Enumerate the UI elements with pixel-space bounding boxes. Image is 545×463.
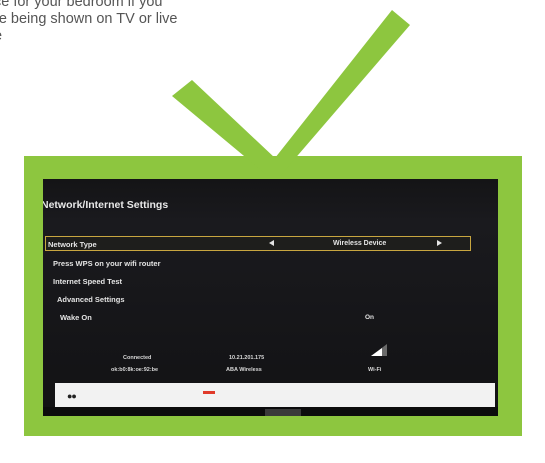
network-type-value: Wireless Device	[333, 240, 387, 247]
caption-line: ce for your bedroom if you	[0, 0, 163, 10]
menu-item-speed-test[interactable]: Internet Speed Test	[53, 277, 122, 286]
menu-item-network-type-highlight[interactable]	[45, 236, 471, 251]
ip-address: 10.21.201.175	[229, 355, 265, 361]
left-arrow-icon[interactable]	[269, 240, 274, 246]
tv-screen-photo: Network/Internet Settings Network Type W…	[43, 179, 498, 416]
page: ce for your bedroom if you re being show…	[0, 0, 545, 463]
menu-item-wake-on[interactable]: Wake On	[60, 313, 92, 322]
caption-line: e	[0, 28, 285, 45]
tv-stand	[265, 409, 301, 416]
tv-key-hint-bar: ●●	[55, 383, 495, 407]
wake-on-value: On	[365, 314, 375, 321]
navigation-dots-icon: ●●	[67, 391, 77, 401]
menu-item-advanced-settings[interactable]: Advanced Settings	[57, 295, 125, 304]
mac-address: ok:b0:8k:oe:92:be	[111, 367, 159, 373]
connection-status: Connected	[123, 355, 152, 361]
right-arrow-icon[interactable]	[437, 240, 442, 246]
network-ssid: ABA Wireless	[226, 367, 262, 373]
menu-item-wps[interactable]: Press WPS on your wifi router	[53, 259, 161, 268]
menu-item-network-type[interactable]: Network Type	[48, 240, 97, 249]
connection-interface: Wi-Fi	[368, 367, 382, 373]
wifi-signal-icon	[371, 344, 387, 356]
red-key-icon	[203, 391, 215, 394]
caption-line: re being shown on TV or live	[0, 11, 178, 27]
article-caption: ce for your bedroom if you re being show…	[0, 0, 285, 45]
tv-menu-title: Network/Internet Settings	[43, 199, 169, 211]
